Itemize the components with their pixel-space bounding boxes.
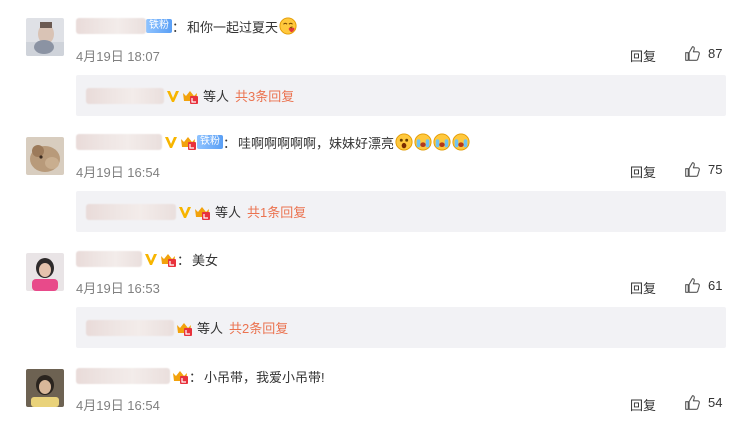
comment-time: 4月19日 16:53 [76,281,160,296]
replier-name[interactable] [86,203,176,220]
reply-deng: 等人 [203,89,230,104]
like-button[interactable]: 61 [684,277,722,294]
avatar[interactable] [26,369,64,407]
crown-badge-icon [173,371,188,384]
crying-emoji-icon [452,133,470,151]
comment-text: 美女 [192,252,219,268]
crown-badge-icon [183,90,198,104]
fan-badge: 铁粉 [197,135,223,149]
like-count: 87 [708,46,723,61]
reply-button[interactable]: 回复 [630,278,656,297]
avatar[interactable] [26,18,64,56]
crying-emoji-icon [433,133,451,151]
vip-v-icon [145,254,157,265]
replier-name[interactable] [86,87,164,104]
comment-text: 哇啊啊啊啊啊，妹妹好漂亮 [238,135,395,151]
vip-v-icon [167,90,179,102]
reply-button[interactable]: 回复 [630,395,656,414]
reply-count-link[interactable]: 共1条回复 [247,202,306,221]
comment-header: 铁粉 ： 哇啊啊啊啊啊，妹妹好漂亮 [76,131,470,153]
reply-deng: 等人 [215,205,242,220]
like-count: 61 [708,278,723,293]
like-button[interactable]: 75 [684,161,722,178]
crown-badge-icon [195,206,210,220]
comment-text: 和你一起过夏天 [187,19,279,35]
comment-header: ： 小吊带，我爱小吊带! [76,365,325,387]
crown-badge-icon [161,254,176,267]
comment-feed: 铁粉 ： 和你一起过夏天 4月19日 18:07 回复 87 等人 共3条回复 … [0,0,749,427]
username[interactable] [76,368,170,384]
crown-badge-icon [177,322,192,336]
thumbs-up-icon [685,278,700,293]
reply-summary[interactable]: 等人 共3条回复 [76,75,726,116]
thumbs-up-icon [685,395,700,410]
reply-deng: 等人 [197,321,224,336]
comment-time: 4月19日 16:54 [76,165,160,180]
reply-button[interactable]: 回复 [630,162,656,181]
username[interactable] [76,251,142,267]
thumbs-up-icon [685,46,700,61]
avatar[interactable] [26,137,64,175]
reply-summary[interactable]: 等人 共1条回复 [76,191,726,232]
crying-emoji-icon [414,133,432,151]
vip-v-icon [165,137,177,148]
crown-badge-icon [181,137,196,150]
reply-count-link[interactable]: 共2条回复 [229,318,288,337]
comment-text: 小吊带，我爱小吊带! [204,369,325,385]
replier-name[interactable] [86,319,174,336]
colon-separator: ： [189,369,203,385]
username[interactable] [76,134,162,150]
reply-summary[interactable]: 等人 共2条回复 [76,307,726,348]
colon-separator: ： [223,135,237,151]
thumbs-up-icon [685,162,700,177]
fan-badge: 铁粉 [146,19,172,33]
like-count: 54 [708,395,723,410]
like-count: 75 [708,162,723,177]
comment-time: 4月19日 18:07 [76,49,160,64]
reply-count-link[interactable]: 共3条回复 [235,86,294,105]
username[interactable] [76,18,146,34]
colon-separator: ： [172,19,186,35]
shocked-emoji-icon [395,133,413,151]
comment-header: 铁粉 ： 和你一起过夏天 [76,15,297,37]
like-button[interactable]: 54 [684,394,722,411]
like-button[interactable]: 87 [684,45,722,62]
comment-time: 4月19日 16:54 [76,398,160,413]
vip-v-icon [179,206,191,218]
kiss-emoji-icon [279,17,297,35]
colon-separator: ： [177,252,191,268]
reply-button[interactable]: 回复 [630,46,656,65]
comment-header: ： 美女 [76,248,218,270]
avatar[interactable] [26,253,64,291]
